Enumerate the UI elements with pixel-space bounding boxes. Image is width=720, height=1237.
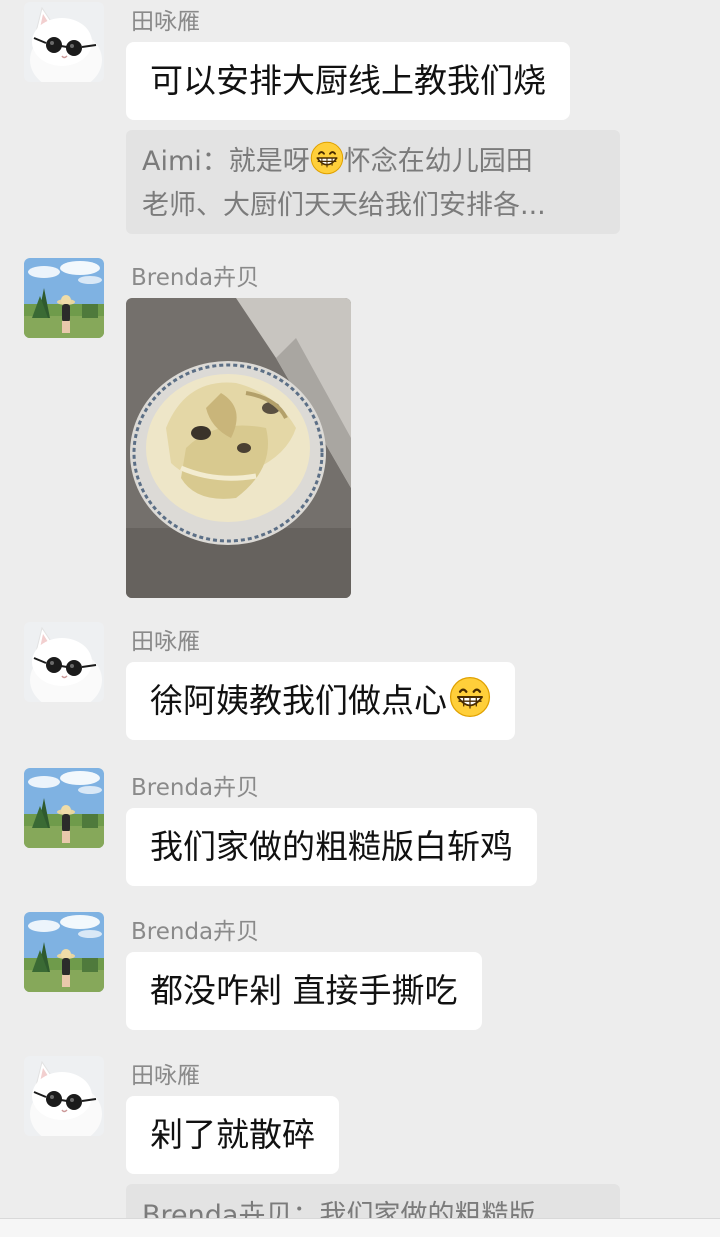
avatar[interactable] xyxy=(24,2,104,82)
message-item: Brenda卉贝 都没咋剁 直接手撕吃 xyxy=(0,912,720,1042)
message-text: 徐阿姨教我们做点心 xyxy=(150,681,447,720)
grinning-face-icon xyxy=(310,141,344,175)
cat-avatar-icon xyxy=(24,622,104,702)
message-bubble[interactable]: 剁了就散碎 xyxy=(126,1096,339,1174)
sender-name: 田咏雁 xyxy=(131,1063,200,1089)
avatar[interactable] xyxy=(24,768,104,848)
message-text: 剁了就散碎 xyxy=(150,1115,315,1154)
cat-avatar-icon xyxy=(24,2,104,82)
sender-name: Brenda卉贝 xyxy=(131,775,260,801)
message-item: 田咏雁 可以安排大厨线上教我们烧 Aimi：就是呀 怀念在幼儿园田 老师、大厨们天… xyxy=(0,2,720,242)
avatar[interactable] xyxy=(24,258,104,338)
message-text: 可以安排大厨线上教我们烧 xyxy=(150,61,546,100)
message-text: 都没咋剁 直接手撕吃 xyxy=(150,971,458,1010)
quote-text-continued: 怀念在幼儿园田 xyxy=(343,146,533,177)
sender-name: 田咏雁 xyxy=(131,629,200,655)
chicken-plate-photo xyxy=(126,298,351,598)
avatar[interactable] xyxy=(24,912,104,992)
sender-name: 田咏雁 xyxy=(131,9,200,35)
message-item: 田咏雁 剁了就散碎 Brenda卉贝：我们家做的粗糙版 xyxy=(0,1056,720,1236)
message-bubble[interactable]: 徐阿姨教我们做点心 xyxy=(126,662,515,740)
chat-view[interactable]: 田咏雁 可以安排大厨线上教我们烧 Aimi：就是呀 怀念在幼儿园田 老师、大厨们天… xyxy=(0,0,720,1236)
message-item: Brenda卉贝 xyxy=(0,258,720,608)
message-text: 我们家做的粗糙版白斩鸡 xyxy=(150,827,513,866)
quote-text-line2: 老师、大厨们天天给我们安排各... xyxy=(142,190,546,221)
message-bubble[interactable]: 可以安排大厨线上教我们烧 xyxy=(126,42,570,120)
quote-text: Aimi：就是呀 xyxy=(142,146,310,177)
sender-name: Brenda卉贝 xyxy=(131,919,260,945)
image-message[interactable] xyxy=(126,298,351,598)
avatar[interactable] xyxy=(24,1056,104,1136)
avatar[interactable] xyxy=(24,622,104,702)
message-item: Brenda卉贝 我们家做的粗糙版白斩鸡 xyxy=(0,768,720,898)
message-bubble[interactable]: 都没咋剁 直接手撕吃 xyxy=(126,952,482,1030)
field-avatar-icon xyxy=(24,768,104,848)
quoted-message[interactable]: Aimi：就是呀 怀念在幼儿园田 老师、大厨们天天给我们安排各... xyxy=(126,130,620,234)
message-bubble[interactable]: 我们家做的粗糙版白斩鸡 xyxy=(126,808,537,886)
message-item: 田咏雁 徐阿姨教我们做点心 xyxy=(0,622,720,752)
input-bar-edge xyxy=(0,1218,720,1237)
field-avatar-icon xyxy=(24,912,104,992)
sender-name: Brenda卉贝 xyxy=(131,265,260,291)
cat-avatar-icon xyxy=(24,1056,104,1136)
field-avatar-icon xyxy=(24,258,104,338)
grinning-face-icon xyxy=(449,676,491,718)
